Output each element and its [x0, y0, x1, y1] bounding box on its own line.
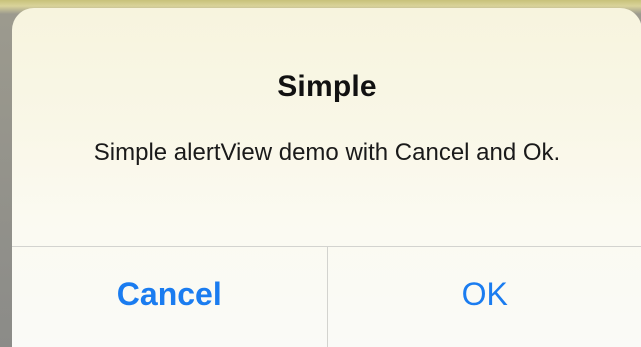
alert-title: Simple [277, 70, 377, 103]
alert-message: Simple alertView demo with Cancel and Ok… [93, 139, 561, 166]
alert-dialog: Simple Simple alertView demo with Cancel… [12, 8, 641, 347]
cancel-button[interactable]: Cancel [12, 247, 327, 347]
ok-button[interactable]: OK [328, 247, 641, 347]
alert-content: Simple Simple alertView demo with Cancel… [12, 8, 641, 246]
alert-button-row: Cancel OK [12, 247, 641, 347]
